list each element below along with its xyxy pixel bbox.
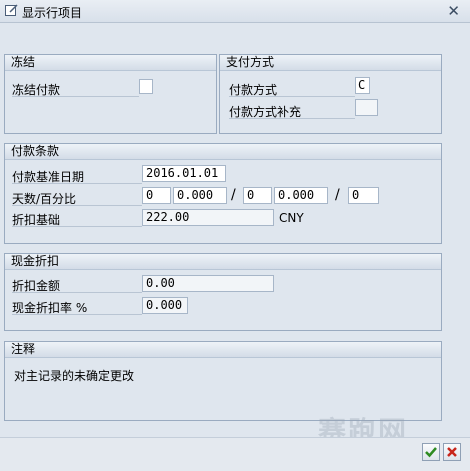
cash-discount-panel-header: 现金折扣 bbox=[5, 254, 441, 270]
payment-supplement-field[interactable] bbox=[355, 99, 378, 116]
discount-base-label-line bbox=[12, 226, 142, 227]
currency-label: CNY bbox=[279, 211, 304, 225]
payment-method-panel: 支付方式 付款方式 C 付款方式补充 bbox=[219, 54, 442, 134]
cancel-icon bbox=[447, 447, 457, 457]
days-field-1[interactable]: 0 bbox=[142, 187, 171, 204]
days-field-2[interactable]: 0 bbox=[243, 187, 272, 204]
payment-method-label-line bbox=[229, 96, 355, 97]
window-edit-icon bbox=[5, 4, 18, 16]
payment-supplement-label-line bbox=[229, 118, 355, 119]
title-bar: 显示行项目 ✕ bbox=[0, 0, 470, 23]
discount-amount-field[interactable]: 0.00 bbox=[142, 275, 274, 292]
percent-field-1[interactable]: 0.000 bbox=[173, 187, 227, 204]
cancel-button[interactable] bbox=[443, 443, 461, 461]
payment-block-checkbox[interactable] bbox=[139, 79, 153, 94]
dialog-footer bbox=[0, 437, 470, 471]
cash-discount-panel: 现金折扣 折扣金额 0.00 现金折扣率 % 0.000 bbox=[4, 253, 442, 331]
notes-text: 对主记录的未确定更改 bbox=[14, 369, 135, 383]
discount-base-field[interactable]: 222.00 bbox=[142, 209, 274, 226]
payment-terms-panel: 付款条款 付款基准日期 2016.01.01 天数/百分比 0 0.000 / … bbox=[4, 143, 442, 244]
discount-amount-label-line bbox=[12, 292, 142, 293]
payment-method-panel-header: 支付方式 bbox=[220, 55, 441, 71]
freeze-panel: 冻结 冻结付款 bbox=[4, 54, 217, 134]
confirm-button[interactable] bbox=[422, 443, 440, 461]
days-field-3[interactable]: 0 bbox=[348, 187, 379, 204]
discount-rate-label-line bbox=[12, 314, 142, 315]
payment-method-field[interactable]: C bbox=[355, 77, 370, 94]
separator-1: / bbox=[231, 187, 236, 203]
checkmark-icon bbox=[425, 447, 437, 458]
notes-panel: 注释 对主记录的未确定更改 bbox=[4, 341, 442, 421]
baseline-date-field[interactable]: 2016.01.01 bbox=[142, 165, 226, 182]
notes-panel-header: 注释 bbox=[5, 342, 441, 358]
freeze-panel-header: 冻结 bbox=[5, 55, 216, 71]
payment-terms-panel-header: 付款条款 bbox=[5, 144, 441, 160]
days-percent-label-line bbox=[12, 205, 142, 206]
discount-rate-field[interactable]: 0.000 bbox=[142, 297, 188, 314]
payment-block-label-line bbox=[12, 96, 139, 97]
baseline-date-label-line bbox=[12, 183, 142, 184]
close-icon[interactable]: ✕ bbox=[447, 2, 460, 20]
separator-2: / bbox=[335, 187, 340, 203]
window-title: 显示行项目 bbox=[22, 6, 83, 20]
percent-field-2[interactable]: 0.000 bbox=[274, 187, 328, 204]
